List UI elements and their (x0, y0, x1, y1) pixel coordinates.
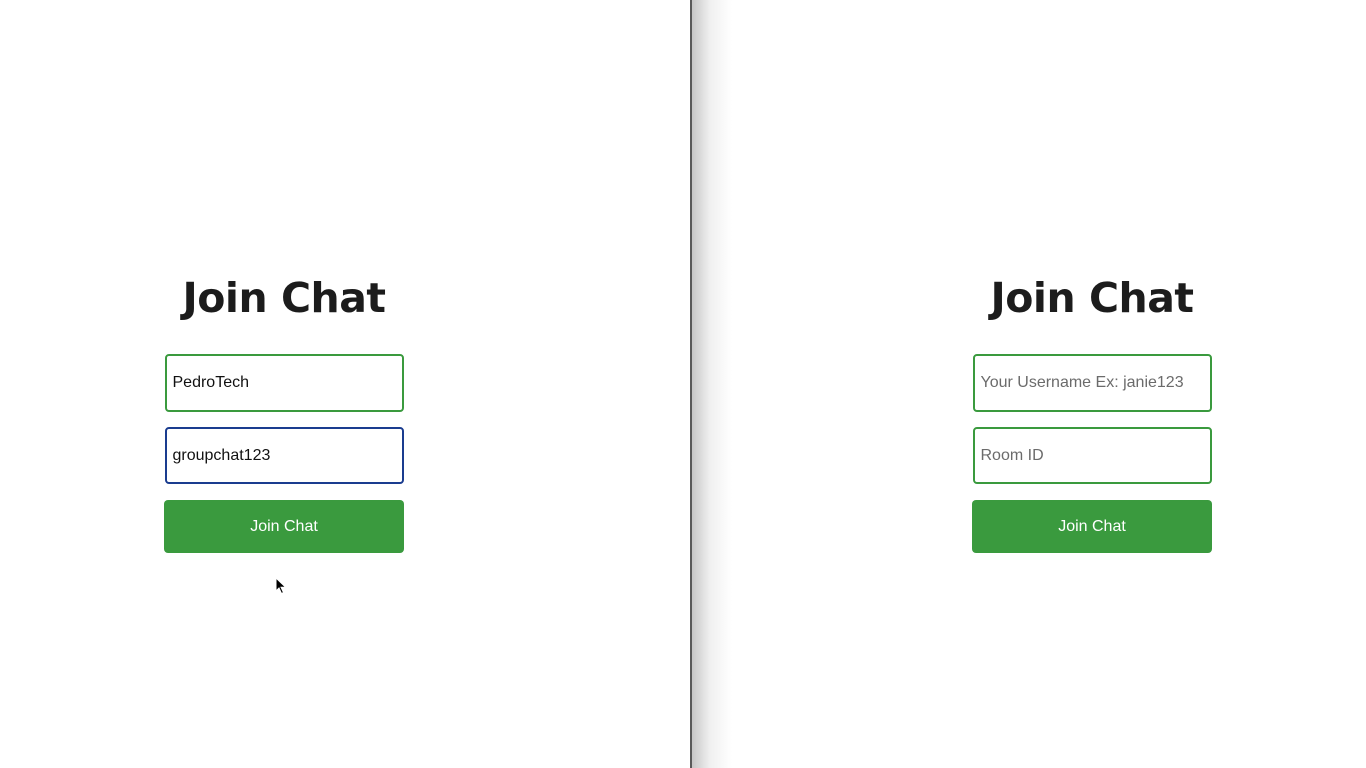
join-chat-title: Join Chat (182, 274, 386, 322)
username-input[interactable] (164, 354, 404, 412)
join-chat-title: Join Chat (990, 274, 1194, 322)
room-id-input[interactable] (972, 427, 1212, 484)
arrow-cursor-icon (275, 577, 287, 595)
join-chat-button[interactable]: Join Chat (972, 500, 1212, 553)
join-chat-button[interactable]: Join Chat (164, 500, 404, 553)
room-id-input[interactable] (164, 427, 404, 484)
username-input[interactable] (972, 354, 1212, 412)
left-browser-window: Join Chat Join Chat (0, 0, 690, 768)
screen: Join Chat Join Chat Join Chat Join Chat (0, 0, 1366, 768)
join-chat-form: Join Chat Join Chat (164, 270, 404, 553)
join-chat-form: Join Chat Join Chat (972, 270, 1212, 553)
right-browser-window: Join Chat Join Chat (692, 0, 1366, 768)
